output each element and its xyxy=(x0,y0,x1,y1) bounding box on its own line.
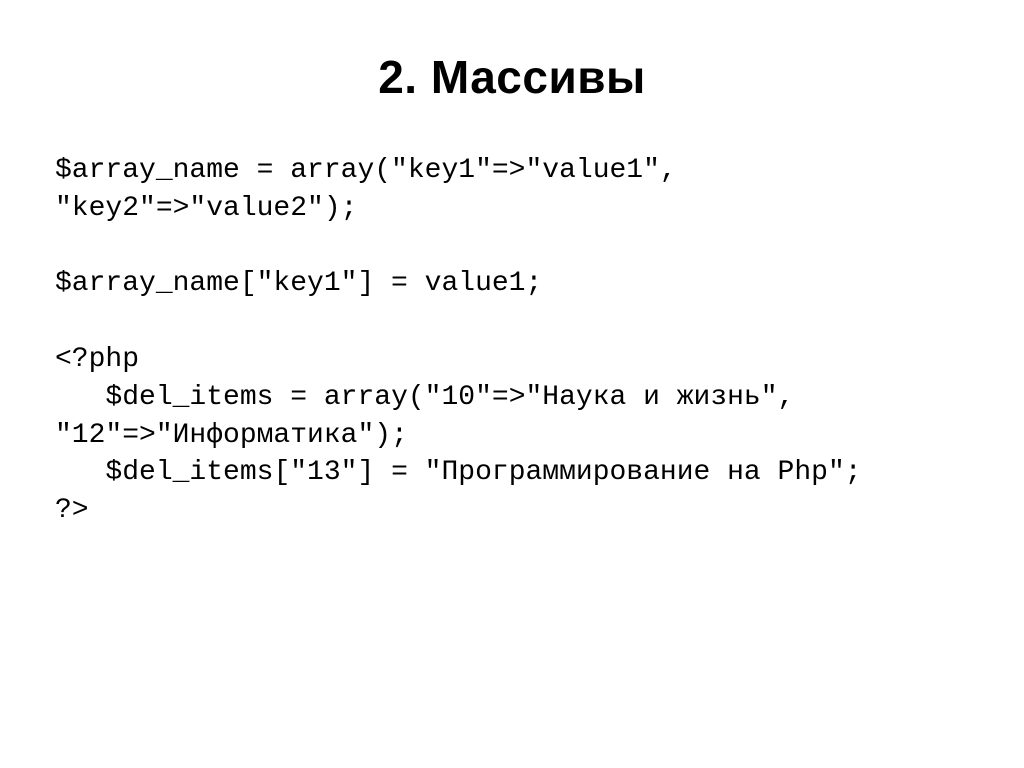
code-line: ?> xyxy=(55,495,89,526)
slide-title: 2. Массивы xyxy=(55,50,969,104)
code-block: $array_name = array("key1"=>"value1", "k… xyxy=(55,152,969,530)
code-line: $del_items = array("10"=>"Наука и жизнь"… xyxy=(55,382,811,451)
code-line: <?php xyxy=(55,344,139,375)
code-line: $del_items["13"] = "Программирование на … xyxy=(55,457,862,488)
code-line: $array_name["key1"] = value1; xyxy=(55,268,542,299)
code-line: $array_name = array("key1"=>"value1", "k… xyxy=(55,155,694,224)
